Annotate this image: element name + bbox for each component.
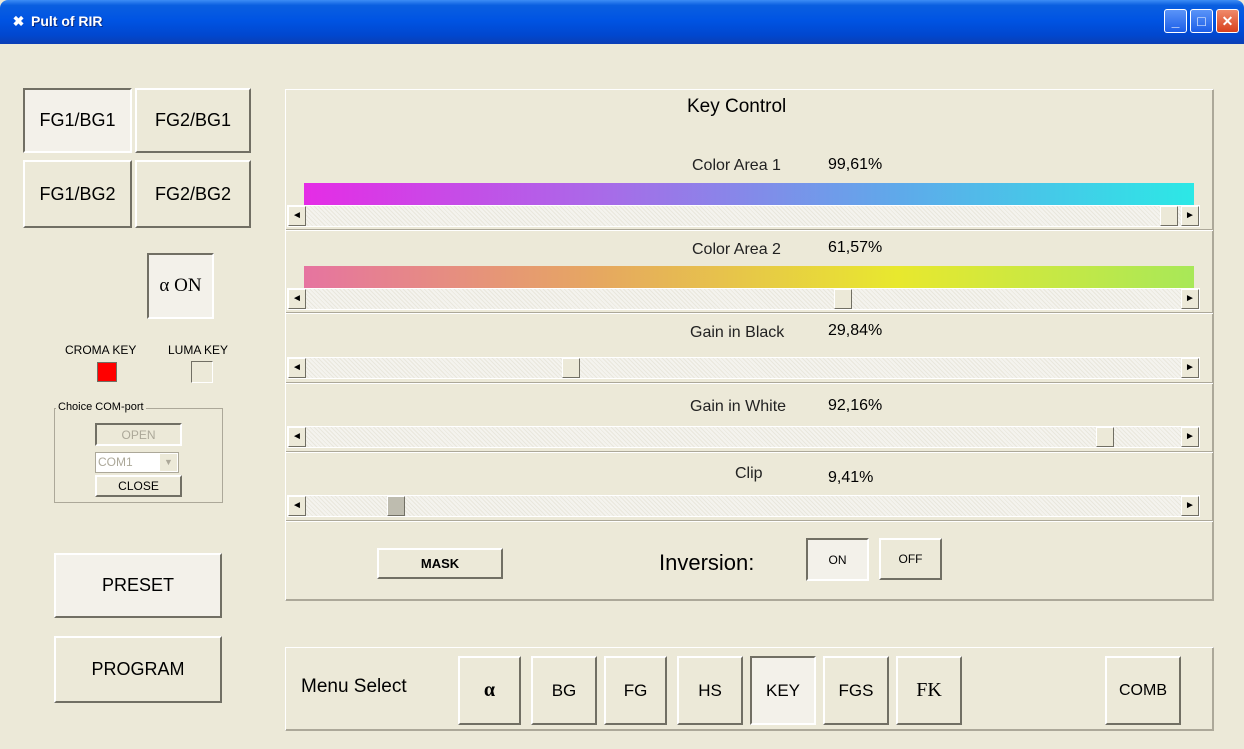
scroll-right-icon[interactable]: ► <box>1181 206 1199 226</box>
menu-comb-button[interactable]: COMB <box>1105 656 1181 725</box>
maximize-icon: □ <box>1197 13 1206 29</box>
key-control-title: Key Control <box>687 96 787 117</box>
menu-hs-button[interactable]: HS <box>677 656 743 725</box>
slider-thumb[interactable] <box>1160 206 1178 226</box>
scroll-left-icon[interactable]: ◄ <box>288 427 306 447</box>
divider <box>286 520 1213 522</box>
clip-label: Clip <box>735 465 763 482</box>
slider-thumb[interactable] <box>1096 427 1114 447</box>
close-port-button[interactable]: CLOSE <box>95 475 182 497</box>
menu-fk-button[interactable]: FK <box>896 656 962 725</box>
alpha-on-button[interactable]: α ON <box>147 253 214 319</box>
scroll-left-icon[interactable]: ◄ <box>288 358 306 378</box>
scroll-left-icon[interactable]: ◄ <box>288 289 306 309</box>
menu-fgs-button[interactable]: FGS <box>823 656 889 725</box>
open-button[interactable]: OPEN <box>95 423 182 446</box>
menu-key-button[interactable]: KEY <box>750 656 816 725</box>
mode-fg1-bg1-button[interactable]: FG1/BG1 <box>23 88 132 153</box>
com-port-group-title: Choice COM-port <box>56 401 146 413</box>
scroll-left-icon[interactable]: ◄ <box>288 206 306 226</box>
divider <box>286 382 1213 384</box>
luma-key-indicator[interactable] <box>191 361 213 383</box>
maximize-button[interactable]: □ <box>1190 9 1213 33</box>
chevron-down-icon[interactable]: ▼ <box>160 454 177 471</box>
divider <box>286 451 1213 453</box>
app-icon: ✖ <box>12 13 25 29</box>
scroll-right-icon[interactable]: ► <box>1181 358 1199 378</box>
com-port-select-value: COM1 <box>98 455 133 469</box>
clip-value: 9,41% <box>828 469 874 486</box>
croma-key-label: CROMA KEY <box>65 343 137 357</box>
menu-select-label: Menu Select <box>301 676 407 697</box>
color-area-2-label: Color Area 2 <box>692 241 781 258</box>
inversion-label: Inversion: <box>659 550 755 575</box>
minimize-button[interactable]: _ <box>1164 9 1187 33</box>
luma-key-label: LUMA KEY <box>168 343 229 357</box>
menu-alpha-button[interactable]: α <box>458 656 521 725</box>
gain-in-white-value: 92,16% <box>828 397 883 414</box>
color-area-1-scrollbar[interactable]: ◄ ► <box>287 205 1200 227</box>
inversion-off-button[interactable]: OFF <box>879 538 942 580</box>
scroll-right-icon[interactable]: ► <box>1181 289 1199 309</box>
close-icon: ✕ <box>1221 13 1234 29</box>
gain-in-black-value: 29,84% <box>828 322 883 339</box>
color-area-1-label: Color Area 1 <box>692 157 781 174</box>
color-area-1-value: 99,61% <box>828 156 883 173</box>
com-port-select[interactable]: COM1 ▼ <box>95 452 179 473</box>
divider <box>286 312 1213 314</box>
gain-in-white-scrollbar[interactable]: ◄ ► <box>287 426 1200 448</box>
close-button[interactable]: ✕ <box>1216 9 1239 33</box>
slider-thumb[interactable] <box>562 358 580 378</box>
croma-key-indicator[interactable] <box>97 362 117 382</box>
divider <box>286 229 1213 231</box>
mode-fg1-bg2-button[interactable]: FG1/BG2 <box>23 160 132 228</box>
window-title: Pult of RIR <box>31 13 103 29</box>
mode-fg2-bg1-button[interactable]: FG2/BG1 <box>135 88 251 153</box>
menu-fg-button[interactable]: FG <box>604 656 667 725</box>
slider-thumb[interactable] <box>834 289 852 309</box>
mask-button[interactable]: MASK <box>377 548 503 579</box>
title-bar: ✖ Pult of RIR _ □ ✕ <box>0 0 1244 44</box>
color-area-2-gradient-bar <box>304 266 1194 288</box>
gain-in-black-label: Gain in Black <box>690 324 785 341</box>
program-button[interactable]: PROGRAM <box>54 636 222 703</box>
minimize-icon: _ <box>1171 13 1180 29</box>
preset-button[interactable]: PRESET <box>54 553 222 618</box>
gain-in-white-label: Gain in White <box>690 398 787 415</box>
gain-in-black-scrollbar[interactable]: ◄ ► <box>287 357 1200 379</box>
slider-thumb[interactable] <box>387 496 405 516</box>
scroll-left-icon[interactable]: ◄ <box>288 496 306 516</box>
color-area-1-gradient-bar <box>304 183 1194 205</box>
menu-bg-button[interactable]: BG <box>531 656 597 725</box>
color-area-2-scrollbar[interactable]: ◄ ► <box>287 288 1200 310</box>
inversion-on-button[interactable]: ON <box>806 538 869 581</box>
scroll-right-icon[interactable]: ► <box>1181 427 1199 447</box>
mode-fg2-bg2-button[interactable]: FG2/BG2 <box>135 160 251 228</box>
clip-scrollbar[interactable]: ◄ ► <box>287 495 1200 517</box>
scroll-right-icon[interactable]: ► <box>1181 496 1199 516</box>
color-area-2-value: 61,57% <box>828 239 883 256</box>
